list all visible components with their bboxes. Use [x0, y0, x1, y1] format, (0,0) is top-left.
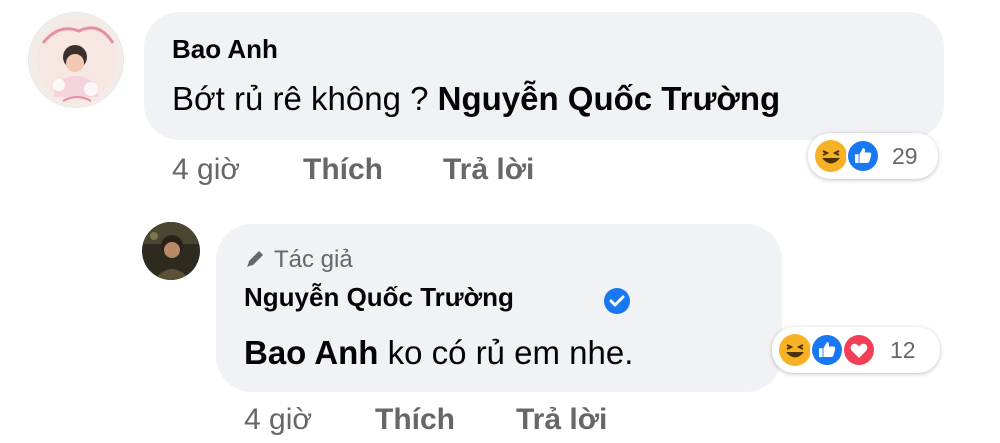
like-icon: [810, 333, 844, 367]
verified-badge-icon: [604, 288, 630, 314]
replier-avatar[interactable]: [142, 222, 200, 280]
comment-reaction-count: 29: [892, 143, 918, 169]
comment-mention[interactable]: Nguyễn Quốc Trường: [438, 80, 781, 117]
reply-mention[interactable]: Bao Anh: [244, 334, 378, 371]
reply-time[interactable]: 4 giờ: [244, 403, 312, 437]
comment-text: Bớt rủ rê không ? Nguyễn Quốc Trường: [172, 80, 780, 118]
reply-text-plain: ko có rủ em nhe.: [378, 334, 634, 371]
like-icon: [846, 139, 880, 173]
comment-reply-button[interactable]: Trả lời: [443, 153, 534, 187]
reply-reply-button[interactable]: Trả lời: [516, 403, 607, 437]
comment-time[interactable]: 4 giờ: [172, 153, 240, 187]
reply-reactions[interactable]: 12: [772, 327, 940, 373]
reply-text: Bao Anh ko có rủ em nhe.: [244, 334, 633, 372]
haha-icon: [778, 333, 812, 367]
reply-reaction-count: 12: [890, 337, 916, 363]
commenter-avatar[interactable]: [28, 12, 124, 108]
comment-reactions[interactable]: 29: [808, 133, 938, 179]
pencil-icon: [244, 248, 266, 270]
author-tag-label: Tác giả: [274, 246, 353, 273]
comment-text-plain: Bớt rủ rê không ?: [172, 80, 438, 117]
haha-icon: [814, 139, 848, 173]
love-icon: [842, 333, 876, 367]
reply-author[interactable]: Nguyễn Quốc Trường: [244, 282, 514, 313]
comment-author[interactable]: Bao Anh: [172, 34, 278, 65]
author-tag: Tác giả: [244, 246, 353, 274]
reply-like-button[interactable]: Thích: [375, 403, 455, 437]
comment-bubble: Bao Anh Bớt rủ rê không ? Nguyễn Quốc Tr…: [144, 12, 944, 140]
reply-bubble: Tác giả Nguyễn Quốc Trường Bao Anh ko có…: [216, 224, 782, 392]
comment-like-button[interactable]: Thích: [303, 153, 383, 187]
